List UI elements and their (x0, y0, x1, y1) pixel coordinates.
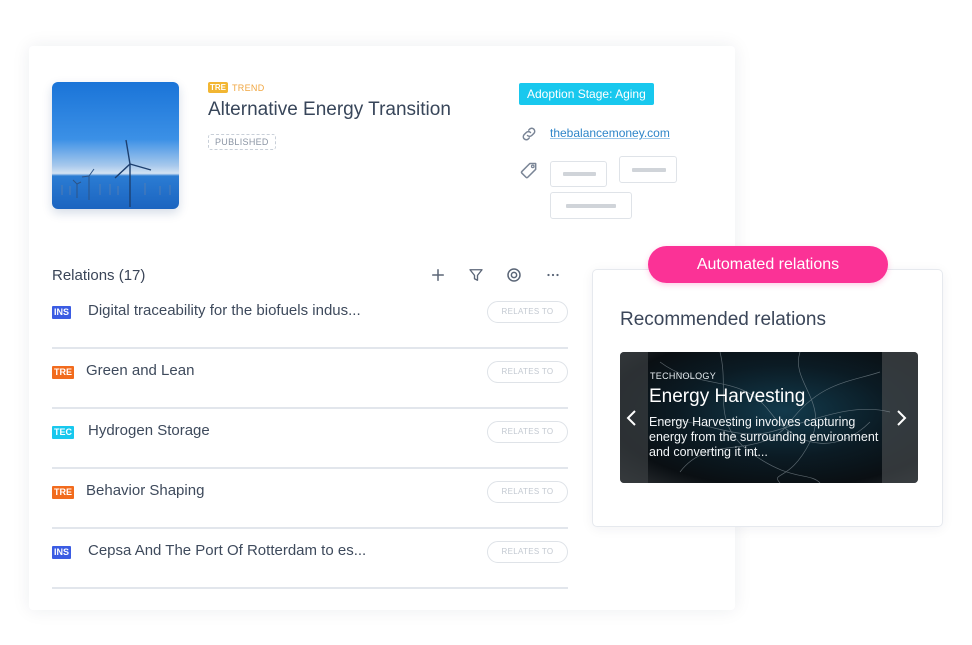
more-icon[interactable] (544, 266, 562, 284)
relates-to-button[interactable]: RELATES TO (487, 361, 568, 383)
card-description: Energy Harvesting involves capturing ene… (649, 415, 879, 459)
tag-chip[interactable] (619, 156, 677, 183)
adoption-stage-badge: Adoption Stage: Aging (519, 83, 654, 105)
relation-type-badge: TRE (52, 366, 74, 379)
type-indicator: TRE TREND (208, 82, 265, 93)
card-title[interactable]: Energy Harvesting (649, 386, 805, 408)
relation-name[interactable]: Digital traceability for the biofuels in… (88, 302, 361, 319)
relation-name[interactable]: Behavior Shaping (86, 482, 204, 499)
relation-row[interactable]: TRE Behavior Shaping RELATES TO (52, 469, 568, 529)
link-icon (522, 127, 536, 141)
relates-to-button[interactable]: RELATES TO (487, 481, 568, 503)
wind-turbines-image (61, 139, 171, 207)
relation-row[interactable]: INS Cepsa And The Port Of Rotterdam to e… (52, 529, 568, 589)
filter-icon[interactable] (467, 266, 485, 284)
relation-row[interactable]: INS Digital traceability for the biofuel… (52, 289, 568, 349)
relation-name[interactable]: Green and Lean (86, 362, 194, 379)
card-category: TECHNOLOGY (650, 371, 717, 381)
relation-type-badge: INS (52, 546, 72, 559)
chevron-left-icon[interactable] (625, 408, 639, 428)
relates-to-button[interactable]: RELATES TO (487, 421, 568, 443)
relation-type-badge: TRE (52, 486, 74, 499)
relations-title: Relations (17) (52, 267, 146, 284)
trend-type-badge: TRE (208, 82, 228, 93)
trend-type-label: TREND (232, 82, 265, 93)
relation-type-badge: INS (52, 306, 72, 319)
automated-relations-pill: Automated relations (648, 246, 888, 283)
source-link[interactable]: thebalancemoney.com (550, 126, 670, 140)
target-icon[interactable] (505, 266, 523, 284)
recommended-title: Recommended relations (620, 309, 826, 330)
relates-to-button[interactable]: RELATES TO (487, 301, 568, 323)
trend-image (52, 82, 179, 209)
relates-to-button[interactable]: RELATES TO (487, 541, 568, 563)
tag-chip[interactable] (550, 192, 632, 219)
tag-chip[interactable] (550, 161, 607, 187)
relation-row[interactable]: TEC Hydrogen Storage RELATES TO (52, 409, 568, 469)
relation-name[interactable]: Hydrogen Storage (88, 422, 210, 439)
tag-icon (520, 162, 537, 179)
relation-name[interactable]: Cepsa And The Port Of Rotterdam to es... (88, 542, 366, 559)
relation-type-badge: TEC (52, 426, 74, 439)
page-title: Alternative Energy Transition (208, 99, 451, 120)
status-badge: PUBLISHED (208, 134, 276, 150)
plus-icon[interactable] (429, 266, 447, 284)
relation-row[interactable]: TRE Green and Lean RELATES TO (52, 349, 568, 409)
chevron-right-icon[interactable] (894, 408, 908, 428)
recommendation-carousel-card[interactable]: TECHNOLOGY Energy Harvesting Energy Harv… (620, 352, 918, 483)
